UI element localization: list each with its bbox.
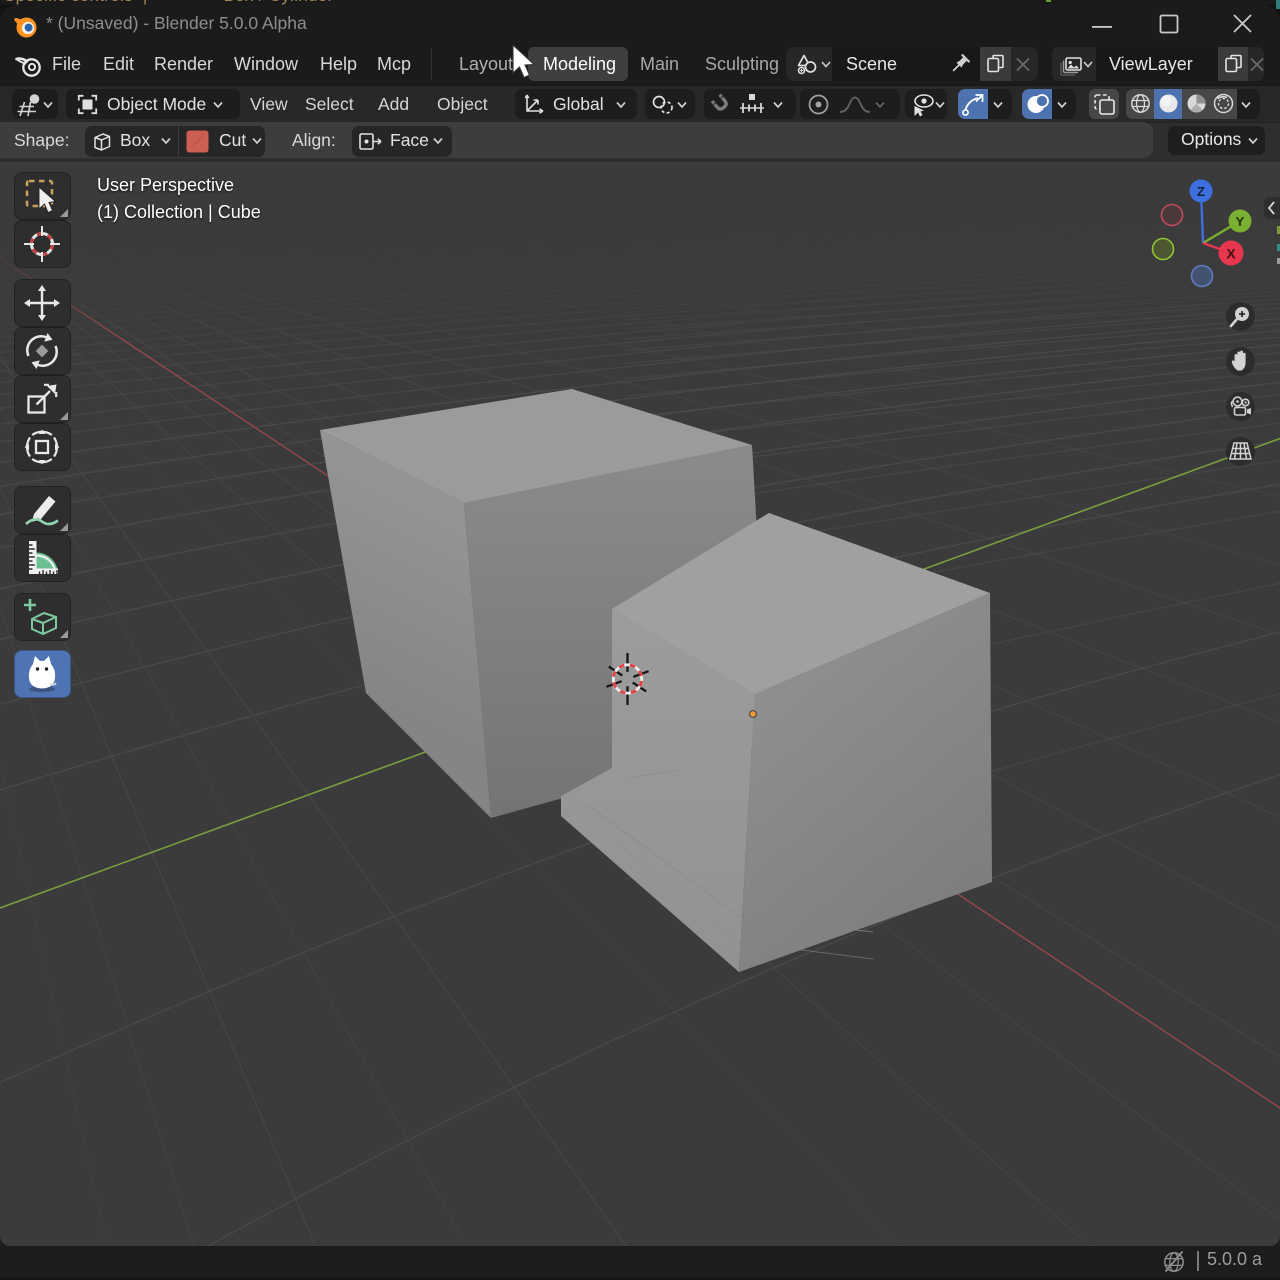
svg-text:Z: Z xyxy=(1197,184,1205,199)
svg-text:X: X xyxy=(1226,246,1236,262)
svg-text:Y: Y xyxy=(1236,214,1245,229)
